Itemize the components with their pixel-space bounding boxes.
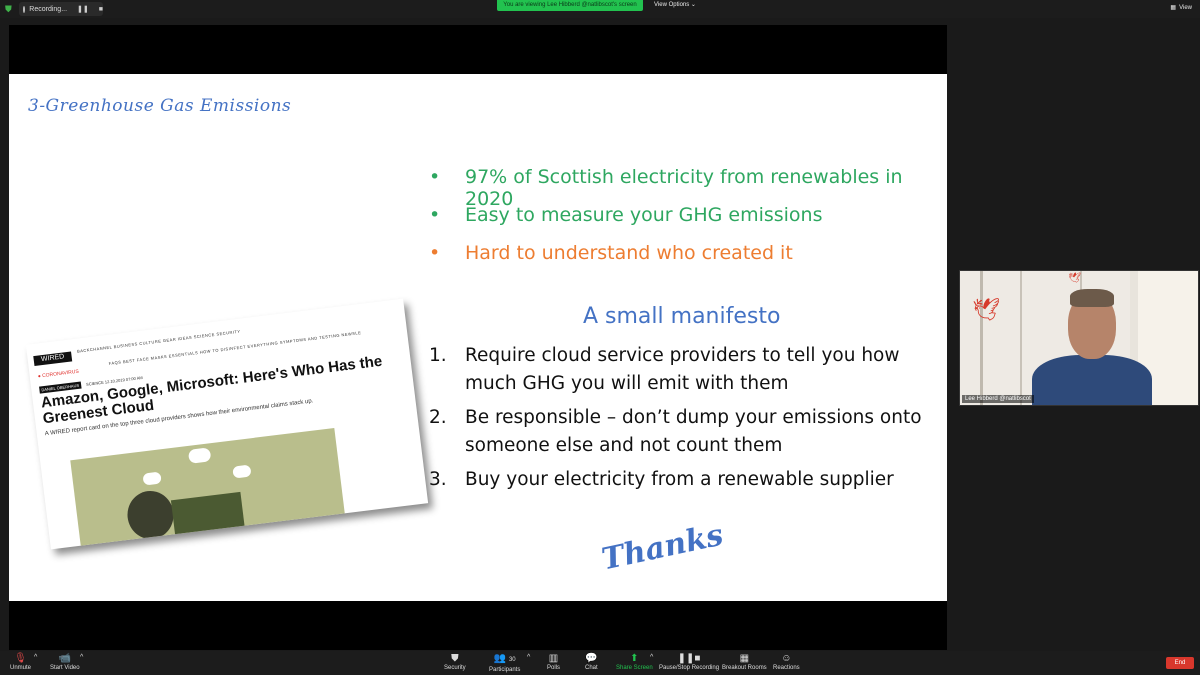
- view-button[interactable]: ▦ View: [1170, 4, 1192, 12]
- cloud-icon: [142, 471, 162, 486]
- start-video-button[interactable]: 📹 Start Video: [50, 653, 80, 672]
- chat-label: Chat: [585, 665, 598, 671]
- item-number: 2.: [429, 407, 447, 428]
- shield-icon[interactable]: ⛊: [5, 4, 13, 14]
- chat-icon: 💬: [585, 653, 598, 664]
- chat-button[interactable]: 💬 Chat: [585, 653, 598, 672]
- pause-icon[interactable]: ❚❚: [77, 5, 89, 13]
- stop-icon[interactable]: ■: [99, 6, 103, 13]
- tree-branch: [1020, 271, 1022, 405]
- manifesto-item: 2. Be responsible – don’t dump your emis…: [429, 404, 939, 460]
- item-text: Buy your electricity from a renewable su…: [465, 469, 894, 490]
- manifesto-item: 3. Buy your electricity from a renewable…: [429, 466, 939, 494]
- wired-logo: WIRED: [33, 351, 73, 367]
- share-screen-icon: ⬆: [630, 653, 639, 664]
- bullet-item: • Hard to understand who created it: [429, 242, 939, 280]
- slide-title: 3-Greenhouse Gas Emissions: [28, 96, 292, 116]
- bullet-marker: •: [429, 242, 441, 264]
- polls-label: Polls: [547, 665, 561, 671]
- bullet-text: Easy to measure your GHG emissions: [465, 204, 823, 226]
- chevron-up-icon[interactable]: ^: [527, 654, 530, 661]
- start-video-label: Start Video: [50, 665, 80, 671]
- bullet-text: Hard to understand who created it: [465, 242, 793, 264]
- participants-button[interactable]: 👥 30 Participants: [489, 653, 520, 674]
- view-options-label: View Options: [654, 2, 690, 8]
- bullet-marker: •: [429, 166, 441, 188]
- recording-label: Recording...: [29, 5, 68, 13]
- grid-view-icon: ▦: [1170, 5, 1177, 11]
- share-screen-label: Share Screen: [616, 665, 653, 671]
- coronavirus-tag: ● CORONAVIRUS: [37, 368, 80, 380]
- item-number: 1.: [429, 345, 447, 366]
- presentation-slide: 3-Greenhouse Gas Emissions WIRED BACKCHA…: [9, 74, 947, 601]
- security-button[interactable]: ⛊ Security: [444, 653, 466, 672]
- unmute-label: Unmute: [10, 665, 32, 671]
- article-headline: Amazon, Google, Microsoft: Here's Who Ha…: [40, 352, 384, 428]
- article-illustration: [70, 427, 346, 550]
- person-hair: [1070, 289, 1114, 307]
- recording-indicator[interactable]: Recording... ❚❚ ■: [19, 2, 103, 16]
- breakout-rooms-button[interactable]: ▦ Breakout Rooms: [722, 653, 767, 672]
- security-label: Security: [444, 665, 466, 671]
- item-text: Be responsible – don’t dump your emissio…: [465, 407, 922, 456]
- person-body: [1032, 355, 1152, 405]
- polls-icon: ▥: [548, 653, 559, 664]
- video-off-icon: 📹: [58, 653, 72, 664]
- participants-label: Participants: [489, 667, 521, 673]
- top-bar: ⛊ Recording... ❚❚ ■ You are viewing Lee …: [0, 0, 1200, 18]
- bullet-item: • Easy to measure your GHG emissions: [429, 204, 939, 242]
- chevron-up-icon[interactable]: ^: [34, 654, 37, 661]
- reactions-label: Reactions: [773, 665, 800, 671]
- manifesto-heading: A small manifesto: [583, 304, 781, 329]
- participant-video[interactable]: 🕊 🕊 Lee Hibberd @natlibscot: [959, 270, 1199, 406]
- pause-stop-recording-button[interactable]: ❚❚■ Pause/Stop Recording: [659, 653, 719, 672]
- reactions-button[interactable]: ☺ Reactions: [773, 653, 800, 672]
- microphone-muted-icon: 🎙: [14, 653, 27, 664]
- thanks-text: Thanks: [598, 517, 727, 578]
- tree-branch: [980, 271, 983, 405]
- cloud-icon: [232, 464, 252, 479]
- manifesto-item: 1. Require cloud service providers to te…: [429, 342, 939, 398]
- view-label: View: [1179, 4, 1192, 11]
- recording-label: Pause/Stop Recording: [659, 665, 720, 671]
- reactions-icon: ☺: [781, 653, 792, 664]
- breakout-label: Breakout Rooms: [722, 665, 767, 671]
- item-text: Require cloud service providers to tell …: [465, 345, 900, 394]
- bullet-item: • 97% of Scottish electricity from renew…: [429, 166, 939, 210]
- article-screenshot: WIRED BACKCHANNEL BUSINESS CULTURE GEAR …: [25, 298, 429, 550]
- participants-count: 30: [508, 657, 516, 663]
- participants-icon: 👥 30: [493, 653, 516, 664]
- cloud-icon: [187, 447, 212, 464]
- polls-button[interactable]: ▥ Polls: [547, 653, 560, 672]
- viewing-banner: You are viewing Lee Hibberd @natlibscot'…: [497, 0, 643, 11]
- meeting-toolbar: 🎙 Unmute ^ 📹 Start Video ^ ⛊ Security 👥 …: [0, 651, 1200, 675]
- record-dot-icon: [23, 5, 26, 13]
- unmute-button[interactable]: 🎙 Unmute: [10, 653, 31, 672]
- shield-icon: ⛊: [451, 653, 459, 664]
- manifesto-list: 1. Require cloud service providers to te…: [429, 342, 939, 500]
- bird-icon: 🕊: [972, 297, 1000, 322]
- end-button[interactable]: End: [1166, 657, 1194, 669]
- tree-graphic: [124, 488, 177, 542]
- breakout-rooms-icon: ▦: [739, 653, 750, 664]
- share-screen-button[interactable]: ⬆ Share Screen: [616, 653, 653, 672]
- building-graphic: [170, 491, 246, 539]
- pause-stop-icon: ❚❚■: [677, 653, 701, 664]
- view-options-button[interactable]: View Options ⌄: [654, 1, 696, 8]
- bullet-list: • 97% of Scottish electricity from renew…: [429, 166, 939, 280]
- bullet-marker: •: [429, 204, 441, 226]
- chevron-up-icon[interactable]: ^: [650, 654, 653, 661]
- participant-name: Lee Hibberd @natlibscot: [962, 395, 1034, 403]
- item-number: 3.: [429, 469, 447, 490]
- bird-icon: 🕊: [1068, 273, 1081, 284]
- chevron-up-icon[interactable]: ^: [80, 654, 83, 661]
